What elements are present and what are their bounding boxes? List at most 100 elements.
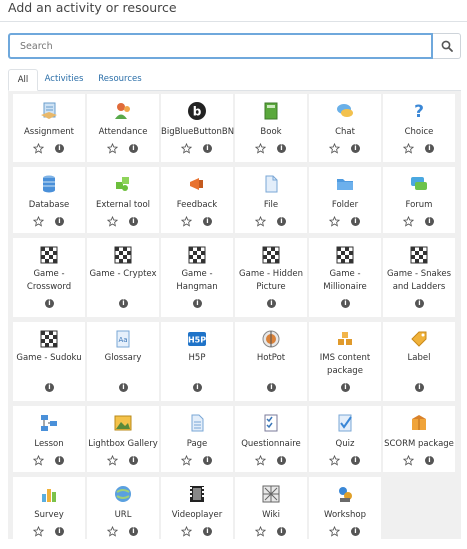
- star-outline-icon[interactable]: [329, 526, 340, 537]
- star-outline-icon[interactable]: [107, 216, 118, 227]
- activity-url[interactable]: URL i: [87, 477, 159, 539]
- info-icon[interactable]: i: [203, 217, 212, 226]
- star-outline-icon[interactable]: [255, 455, 266, 466]
- activity-game-millionaire[interactable]: Game - Millionaire i: [309, 238, 381, 317]
- info-icon[interactable]: i: [415, 299, 424, 308]
- activity-book[interactable]: Book i: [235, 94, 307, 162]
- info-icon[interactable]: i: [203, 456, 212, 465]
- info-icon[interactable]: i: [425, 217, 434, 226]
- info-icon[interactable]: i: [267, 383, 276, 392]
- info-icon[interactable]: i: [267, 299, 276, 308]
- activity-h5p[interactable]: H5P H5P i: [161, 322, 233, 401]
- activity-file[interactable]: File i: [235, 167, 307, 233]
- activity-game-hidden-picture[interactable]: Game - Hidden Picture i: [235, 238, 307, 317]
- star-outline-icon[interactable]: [107, 143, 118, 154]
- tab-all[interactable]: All: [8, 69, 38, 91]
- star-outline-icon[interactable]: [329, 216, 340, 227]
- info-icon[interactable]: i: [415, 383, 424, 392]
- info-icon[interactable]: i: [277, 217, 286, 226]
- activity-survey[interactable]: Survey i: [13, 477, 85, 539]
- info-icon[interactable]: i: [129, 144, 138, 153]
- info-icon[interactable]: i: [193, 383, 202, 392]
- star-outline-icon[interactable]: [403, 143, 414, 154]
- star-outline-icon[interactable]: [107, 526, 118, 537]
- star-outline-icon[interactable]: [33, 526, 44, 537]
- star-outline-icon[interactable]: [255, 216, 266, 227]
- info-icon[interactable]: i: [351, 144, 360, 153]
- activity-game-crossword[interactable]: Game - Crossword i: [13, 238, 85, 317]
- star-outline-icon[interactable]: [181, 143, 192, 154]
- activity-glossary[interactable]: Aa Glossary i: [87, 322, 159, 401]
- activity-lightbox-gallery[interactable]: Lightbox Gallery i: [87, 406, 159, 472]
- info-icon[interactable]: i: [55, 217, 64, 226]
- star-outline-icon[interactable]: [255, 526, 266, 537]
- activity-database[interactable]: Database i: [13, 167, 85, 233]
- info-icon[interactable]: i: [425, 144, 434, 153]
- activity-choice[interactable]: ? Choice i: [383, 94, 455, 162]
- info-icon[interactable]: i: [45, 299, 54, 308]
- activity-questionnaire[interactable]: Questionnaire i: [235, 406, 307, 472]
- info-icon[interactable]: i: [203, 144, 212, 153]
- star-outline-icon[interactable]: [107, 455, 118, 466]
- activity-attendance[interactable]: Attendance i: [87, 94, 159, 162]
- activity-assignment[interactable]: Assignment i: [13, 94, 85, 162]
- star-outline-icon[interactable]: [181, 216, 192, 227]
- activity-page[interactable]: Page i: [161, 406, 233, 472]
- info-icon[interactable]: i: [119, 299, 128, 308]
- info-icon[interactable]: i: [119, 383, 128, 392]
- activity-quiz[interactable]: Quiz i: [309, 406, 381, 472]
- info-icon[interactable]: i: [351, 217, 360, 226]
- star-outline-icon[interactable]: [403, 216, 414, 227]
- star-outline-icon[interactable]: [403, 455, 414, 466]
- activity-game-cryptex[interactable]: Game - Cryptex i: [87, 238, 159, 317]
- info-icon[interactable]: i: [277, 144, 286, 153]
- activity-workshop[interactable]: Workshop i: [309, 477, 381, 539]
- activity-wiki[interactable]: Wiki i: [235, 477, 307, 539]
- info-icon[interactable]: i: [351, 527, 360, 536]
- info-icon[interactable]: i: [351, 456, 360, 465]
- activity-external-tool[interactable]: External tool i: [87, 167, 159, 233]
- activity-hotpot[interactable]: HotPot i: [235, 322, 307, 401]
- info-icon[interactable]: i: [425, 456, 434, 465]
- info-icon[interactable]: i: [129, 217, 138, 226]
- star-outline-icon[interactable]: [329, 455, 340, 466]
- activity-bigbluebuttonbn[interactable]: b BigBlueButtonBN i: [161, 94, 234, 162]
- info-icon[interactable]: i: [277, 527, 286, 536]
- info-icon[interactable]: i: [341, 383, 350, 392]
- activity-scorm-package[interactable]: SCORM package i: [383, 406, 455, 472]
- tab-activities[interactable]: Activities: [42, 69, 86, 91]
- star-outline-icon[interactable]: [329, 143, 340, 154]
- info-icon[interactable]: i: [193, 299, 202, 308]
- tab-resources[interactable]: Resources: [94, 69, 146, 91]
- info-icon[interactable]: i: [45, 383, 54, 392]
- info-icon[interactable]: i: [129, 527, 138, 536]
- info-icon[interactable]: i: [341, 299, 350, 308]
- activity-game-hangman[interactable]: Game - Hangman i: [161, 238, 233, 317]
- info-icon[interactable]: i: [55, 456, 64, 465]
- activity-game-sudoku[interactable]: Game - Sudoku i: [13, 322, 85, 401]
- info-icon[interactable]: i: [277, 456, 286, 465]
- activity-forum[interactable]: Forum i: [383, 167, 455, 233]
- star-outline-icon[interactable]: [33, 216, 44, 227]
- h5p-icon: H5P: [188, 332, 206, 346]
- search-button[interactable]: [433, 33, 461, 59]
- star-outline-icon[interactable]: [181, 455, 192, 466]
- activity-label[interactable]: Label i: [383, 322, 455, 401]
- activity-chat[interactable]: Chat i: [309, 94, 381, 162]
- activity-folder[interactable]: Folder i: [309, 167, 381, 233]
- activity-feedback[interactable]: Feedback i: [161, 167, 233, 233]
- star-outline-icon[interactable]: [33, 143, 44, 154]
- star-outline-icon[interactable]: [255, 143, 266, 154]
- star-outline-icon[interactable]: [181, 526, 192, 537]
- info-icon[interactable]: i: [203, 527, 212, 536]
- info-icon[interactable]: i: [55, 144, 64, 153]
- star-outline-icon[interactable]: [33, 455, 44, 466]
- scorm-icon: [412, 415, 426, 430]
- activity-videoplayer[interactable]: Videoplayer i: [161, 477, 233, 539]
- info-icon[interactable]: i: [129, 456, 138, 465]
- search-input[interactable]: [8, 33, 433, 59]
- activity-lesson[interactable]: Lesson i: [13, 406, 85, 472]
- activity-game-snakes-and-ladders[interactable]: Game - Snakes and Ladders i: [383, 238, 455, 317]
- info-icon[interactable]: i: [55, 527, 64, 536]
- activity-ims-content-package[interactable]: IMS content package i: [309, 322, 381, 401]
